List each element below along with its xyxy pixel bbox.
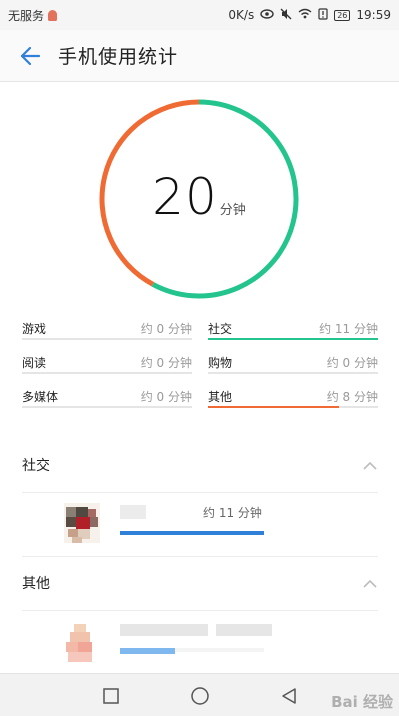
app-name [120, 505, 146, 519]
category-games: 游戏 约 0 分钟 [22, 320, 192, 344]
chevron-up-icon[interactable] [362, 456, 378, 475]
category-value: 约 0 分钟 [140, 390, 192, 404]
category-label: 其他 [208, 390, 233, 404]
category-fill [208, 406, 339, 408]
network-speed: 0K/s [228, 8, 255, 22]
system-nav-bar: Bai 经验 [0, 673, 399, 716]
section-title: 其他 [22, 576, 50, 592]
section-title: 社交 [22, 458, 50, 474]
home-icon[interactable] [188, 684, 212, 708]
app-usage-bar [120, 648, 175, 654]
alert-icon [318, 7, 328, 23]
category-label: 多媒体 [22, 390, 59, 404]
watermark-text: Bai 经验 [331, 693, 393, 711]
back-icon[interactable] [277, 684, 301, 708]
status-bar: 无服务 0K/s 26 19:59 [0, 0, 399, 30]
divider [22, 492, 378, 493]
section-header-social[interactable]: 社交 [22, 452, 378, 478]
app-usage-bar [120, 531, 264, 535]
category-other: 其他 约 8 分钟 [208, 388, 378, 412]
usage-ring: 20 分钟 [98, 98, 300, 300]
category-value: 约 0 分钟 [140, 322, 192, 336]
recent-apps-icon[interactable] [99, 684, 123, 708]
category-fill [208, 338, 378, 340]
clock: 19:59 [356, 8, 391, 22]
divider [22, 610, 378, 611]
app-header: 手机使用统计 [0, 30, 399, 82]
category-label: 购物 [208, 356, 233, 370]
status-right: 0K/s 26 19:59 [228, 7, 391, 23]
category-track [22, 406, 192, 408]
category-track [22, 338, 192, 340]
divider [22, 556, 378, 557]
category-value: 约 0 分钟 [140, 356, 192, 370]
app-icon-other[interactable] [62, 622, 98, 664]
battery-icon: 26 [334, 9, 351, 21]
category-media: 多媒体 约 0 分钟 [22, 388, 192, 412]
category-label: 阅读 [22, 356, 47, 370]
status-left: 无服务 [8, 7, 58, 24]
category-reading: 阅读 约 0 分钟 [22, 354, 192, 378]
category-label: 游戏 [22, 322, 47, 336]
category-value: 约 11 分钟 [319, 322, 378, 336]
back-arrow-icon[interactable] [8, 30, 52, 82]
total-minutes: 20 [152, 168, 218, 226]
section-header-other[interactable]: 其他 [22, 570, 378, 596]
wifi-icon [298, 8, 312, 22]
category-label: 社交 [208, 322, 233, 336]
chevron-up-icon[interactable] [362, 574, 378, 593]
category-track [22, 372, 192, 374]
total-unit: 分钟 [219, 203, 246, 218]
category-social: 社交 约 11 分钟 [208, 320, 378, 344]
carrier-text: 无服务 [8, 8, 45, 23]
mute-icon [280, 8, 292, 23]
category-track [208, 372, 378, 374]
app-usage-label: 约 11 分钟 [203, 506, 262, 520]
category-value: 约 8 分钟 [326, 390, 378, 404]
eye-icon [260, 8, 274, 22]
app-icon-social[interactable] [64, 503, 100, 543]
app-name-extra [216, 624, 272, 636]
sim-alert-icon [48, 9, 58, 21]
ring-center: 20 分钟 [98, 98, 300, 300]
category-shopping: 购物 约 0 分钟 [208, 354, 378, 378]
app-name [120, 624, 208, 636]
category-value: 约 0 分钟 [326, 356, 378, 370]
page-title: 手机使用统计 [58, 46, 179, 68]
